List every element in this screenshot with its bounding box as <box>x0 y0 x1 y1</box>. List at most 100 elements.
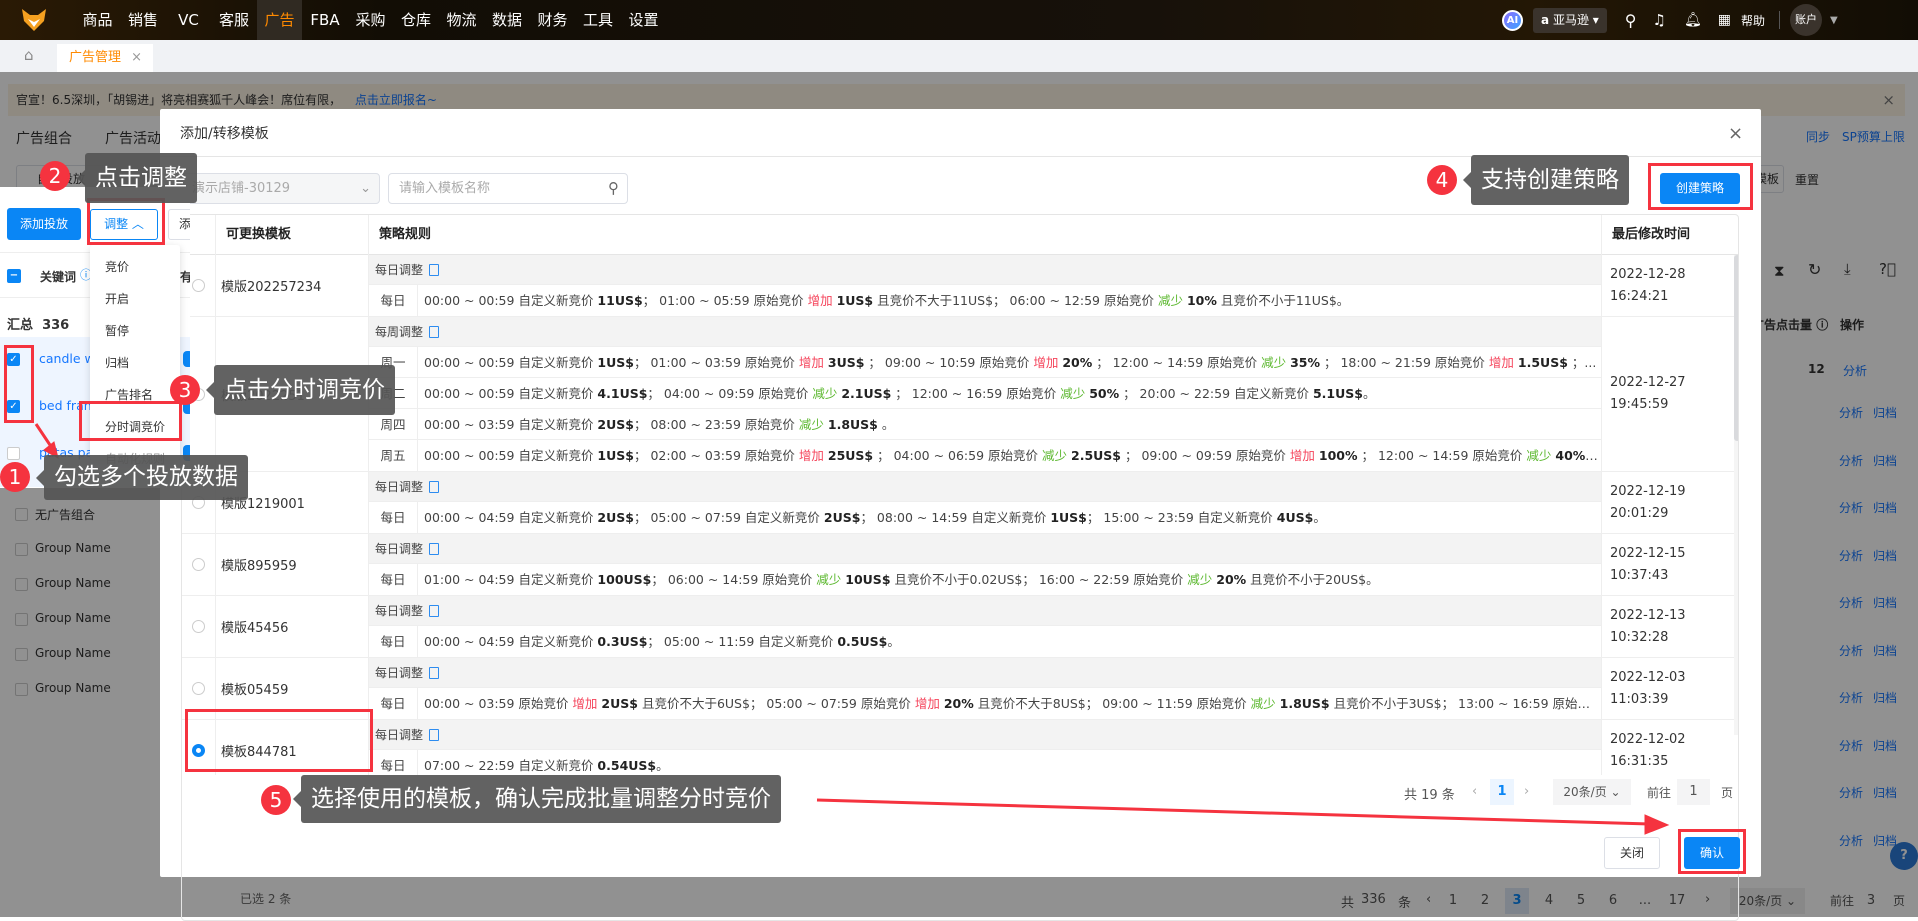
select-all-checkbox[interactable]: − <box>7 269 21 283</box>
nav-item[interactable]: 工具 <box>576 0 621 40</box>
nav-item[interactable]: 物流 <box>439 0 484 40</box>
template-row[interactable]: 模板844781 每日调整 每日 07:00 ~ 22:59 自定义新竞价 0.54U… <box>182 720 1734 775</box>
menu-item[interactable]: 暂停 <box>105 322 129 339</box>
nav-item[interactable]: 销售 <box>121 0 166 40</box>
template-row[interactable]: 模板05459 每日调整 每日 00:00 ~ 03:59 原始竞价 增加 2US$ … <box>182 658 1734 720</box>
page-1[interactable]: 1 <box>1490 779 1514 805</box>
chevron-down-icon[interactable]: ▼ <box>1830 15 1838 26</box>
close-icon[interactable]: × <box>131 50 142 65</box>
nav-item[interactable]: 商品 <box>75 0 120 40</box>
nav-item[interactable]: FBA <box>303 0 348 40</box>
divider <box>1779 11 1780 29</box>
view-detail-icon[interactable] <box>429 481 440 493</box>
decrease-label: 减少 <box>798 417 824 432</box>
home-icon[interactable]: ⌂ <box>24 46 34 64</box>
keyword-checkbox[interactable] <box>7 447 20 460</box>
rule-value: 20% <box>1216 572 1247 587</box>
rule-segment: ； 02:00 ~ 03:59 原始竞价 <box>633 448 799 463</box>
rule-value: 1US$ <box>597 448 634 463</box>
modified-clock: 19:45:59 <box>1610 397 1669 412</box>
status-toggle[interactable] <box>183 351 190 367</box>
help-link[interactable]: 帮助 <box>1741 12 1765 29</box>
prev-page-icon[interactable]: ‹ <box>1472 784 1477 799</box>
template-name-cell: 模版895959 <box>216 534 369 595</box>
modified-date: 2022-12-13 <box>1610 607 1686 623</box>
rule-segment: 且竞价不大于8US$； 09:00 ~ 11:59 原始竞价 <box>973 696 1251 711</box>
keyword-link[interactable]: candle w <box>39 351 95 366</box>
view-detail-icon[interactable] <box>429 729 440 741</box>
rule-value: 40% <box>1555 448 1586 463</box>
add-transfer-template-dialog: 添加/转移模板 × 演示店铺-30129 ⌄ 请输入模板名称 ⚲ 创建策略 可更… <box>160 109 1761 921</box>
nav-item[interactable]: 客服 <box>212 0 257 40</box>
nav-item[interactable]: VC <box>166 0 211 40</box>
template-row[interactable]: 模版895959 每日调整 每日 01:00 ~ 04:59 自定义新竞价 100US… <box>182 534 1734 596</box>
search-icon[interactable]: ⚲ <box>1625 11 1637 30</box>
store-select-value: 演示店铺-30129 <box>192 181 291 196</box>
nav-item[interactable]: 设置 <box>621 0 666 40</box>
close-icon[interactable]: × <box>1728 123 1743 144</box>
template-row[interactable]: 模版2022251每周调整周一00:00 ~ 00:59 自定义新竞价 1US$… <box>182 317 1734 472</box>
nav-item[interactable]: 广告 <box>257 0 302 40</box>
rule-text: 00:00 ~ 00:59 自定义新竞价 4.1US$； 04:00 ~ 09:… <box>418 378 1376 408</box>
next-page-icon[interactable]: › <box>1524 784 1529 799</box>
rule-segment: ； 08:00 ~ 23:59 原始竞价 <box>633 417 799 432</box>
rule-segment: 且竞价不小于0.02US$； 16:00 ~ 22:59 原始竞价 <box>890 572 1188 587</box>
template-row[interactable]: 模版202257234 每日调整 每日 00:00 ~ 00:59 自定义新竞价 11… <box>182 255 1734 317</box>
goto-page-input[interactable]: 1 <box>1677 779 1710 805</box>
nav-item[interactable]: 数据 <box>485 0 530 40</box>
page-size-select[interactable]: 20条/页 ⌄ <box>1553 779 1631 805</box>
template-name: 模板05459 <box>221 683 289 698</box>
view-detail-icon[interactable] <box>429 543 440 555</box>
menu-item[interactable]: 开启 <box>105 290 129 307</box>
nav-item[interactable]: 仓库 <box>394 0 439 40</box>
more-button[interactable]: 添 <box>168 209 190 240</box>
menu-item[interactable]: 归档 <box>105 354 129 371</box>
rule-segment: 且竞价不小于20US$。 <box>1246 572 1379 587</box>
rule-segment: 07:00 ~ 22:59 自定义新竞价 <box>424 758 598 773</box>
rule-line: 周一 00:00 ~ 00:59 自定义新竞价 1US$； 01:00 ~ 03:… <box>369 347 1601 378</box>
modified-time-cell: 2022-12-28 16:24:21 <box>1602 255 1734 316</box>
template-radio[interactable] <box>192 620 205 633</box>
template-name-cell: 模版45456 <box>216 596 369 657</box>
close-button[interactable]: 关闭 <box>1604 837 1660 869</box>
rule-segment: 00:00 ~ 04:59 自定义新竞价 <box>424 510 598 525</box>
increase-label: 增加 <box>914 696 940 711</box>
bell-icon[interactable]: 🔔︎ <box>1684 12 1702 28</box>
view-detail-icon[interactable] <box>429 264 440 276</box>
view-detail-icon[interactable] <box>429 667 440 679</box>
add-targeting-button[interactable]: 添加投放 <box>7 208 81 240</box>
search-icon[interactable]: ⚲ <box>608 174 619 203</box>
rule-segment: 且竞价不小于11US$。 <box>1216 293 1350 308</box>
rule-segment: 且竞价不大于11US$； 06:00 ~ 12:59 原始竞价 <box>873 293 1158 308</box>
template-row[interactable]: 模版45456 每日调整 每日 00:00 ~ 04:59 自定义新竞价 0.3US$… <box>182 596 1734 658</box>
template-radio[interactable] <box>192 279 205 292</box>
step-badge: 5 <box>261 785 291 815</box>
nav-item[interactable]: 采购 <box>348 0 393 40</box>
marketplace-select[interactable]: a 亚马逊 ▾ <box>1533 7 1607 33</box>
account-avatar[interactable]: 账户 <box>1790 4 1822 36</box>
rule-group-label: 每日调整 <box>375 480 424 494</box>
menu-item[interactable]: 竞价 <box>105 258 129 275</box>
nav-item[interactable]: 财务 <box>530 0 575 40</box>
tab-ad-management[interactable]: 广告管理 × <box>57 44 153 72</box>
apps-grid-icon[interactable]: ▦ <box>1718 12 1731 28</box>
rule-value: 100% <box>1318 448 1358 463</box>
table-scrollbar[interactable] <box>1734 255 1738 735</box>
headset-icon[interactable]: ♫ <box>1653 11 1666 29</box>
ai-button[interactable]: AI <box>1502 9 1523 31</box>
view-detail-icon[interactable] <box>429 326 440 338</box>
rule-segment: 00:00 ~ 00:59 自定义新竞价 <box>424 386 598 401</box>
store-select[interactable]: 演示店铺-30129 ⌄ <box>181 173 380 204</box>
template-search-input[interactable]: 请输入模板名称 ⚲ <box>388 173 628 204</box>
radio-cell <box>182 596 216 657</box>
template-radio[interactable] <box>192 682 205 695</box>
fox-logo-icon[interactable] <box>22 9 46 31</box>
rule-segment: ； 09:00 ~ 10:59 原始竞价 <box>864 355 1034 370</box>
rule-value: 20% <box>1062 355 1093 370</box>
amazon-icon: a <box>1541 12 1550 27</box>
template-row[interactable]: 模版1219001 每日调整 每日 00:00 ~ 04:59 自定义新竞价 2US$… <box>182 472 1734 534</box>
view-detail-icon[interactable] <box>429 605 440 617</box>
modified-date: 2022-12-19 <box>1610 483 1686 499</box>
modified-time-cell: 2022-12-15 10:37:43 <box>1602 534 1734 595</box>
template-radio[interactable] <box>192 558 205 571</box>
